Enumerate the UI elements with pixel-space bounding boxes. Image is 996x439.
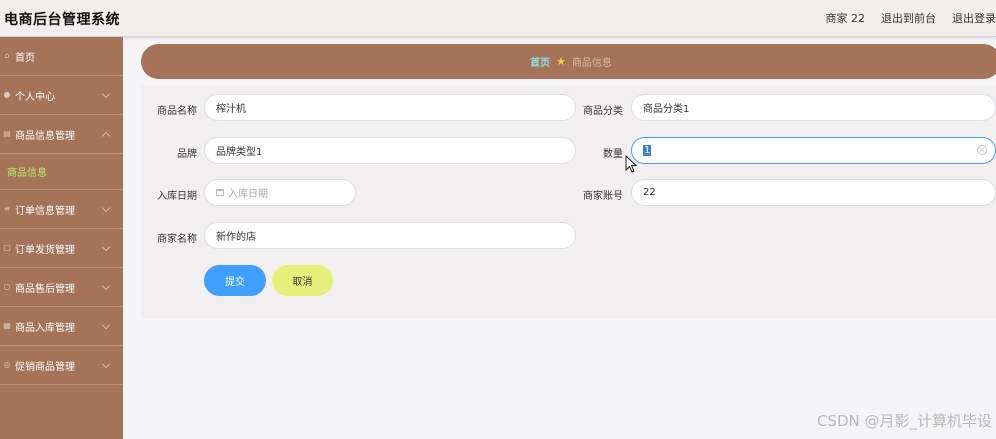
mouse-cursor-icon	[625, 155, 638, 173]
clear-icon[interactable]: ×	[977, 145, 987, 155]
sidebar-item-label: 订单信息管理	[15, 205, 75, 217]
brand-label: 品牌	[177, 149, 197, 160]
sidebar-item-shipping-management[interactable]: □ 订单发货管理	[0, 229, 123, 268]
date-picker-input[interactable]: 入库日期	[204, 179, 356, 206]
category-input[interactable]: 商品分类1	[631, 94, 996, 121]
product-name-input[interactable]: 榨汁机	[204, 94, 576, 121]
merchant-name-input[interactable]: 新作的店	[204, 222, 576, 249]
user-icon: ●	[3, 90, 11, 99]
breadcrumb-current: 商品信息	[571, 58, 612, 69]
sidebar-item-warehouse-management[interactable]: ▦ 商品入库管理	[0, 307, 123, 346]
shipping-icon: □	[3, 243, 11, 252]
sidebar-item-order-management[interactable]: ≡ 订单信息管理	[0, 190, 123, 229]
quantity-label: 数量	[603, 149, 623, 160]
submit-button[interactable]: 提交	[204, 265, 266, 296]
sidebar-item-promo-management[interactable]: ◎ 促销商品管理	[0, 346, 123, 385]
merchant-name-label: 商家名称	[157, 234, 197, 245]
sidebar-subitem-goods-info[interactable]: 商品信息	[0, 154, 123, 190]
app-title: 电商后台管理系统	[4, 12, 120, 28]
aftersale-icon: ○	[3, 282, 11, 291]
calendar-icon	[216, 189, 224, 196]
chevron-down-icon	[101, 242, 111, 252]
chevron-down-icon	[101, 320, 111, 330]
promo-icon: ◎	[3, 360, 11, 369]
sidebar-item-label: 个人中心	[15, 91, 55, 103]
sidebar-item-label: 商品入库管理	[15, 322, 75, 334]
sidebar: ⌂ 首页 ● 个人中心 ▤ 商品信息管理 商品信息 ≡ 订单信息管理 □ 订单发…	[0, 37, 123, 439]
breadcrumb: 首页 ★ 商品信息	[141, 44, 996, 79]
quantity-value: 1	[643, 145, 652, 156]
quantity-input[interactable]: 1 ×	[631, 137, 996, 164]
sidebar-item-label: 商品信息管理	[15, 130, 75, 142]
watermark: CSDN @月影_计算机毕设	[816, 412, 992, 430]
top-header: 电商后台管理系统 商家 22 退出到前台 退出登录	[0, 0, 996, 37]
current-user: 商家 22	[825, 12, 866, 25]
warehouse-icon: ▦	[3, 321, 11, 330]
cancel-button[interactable]: 取消	[272, 265, 333, 296]
merchant-account-label: 商家账号	[583, 191, 623, 202]
sidebar-item-label: 首页	[15, 52, 35, 64]
chevron-down-icon	[101, 359, 111, 369]
home-icon: ⌂	[4, 51, 10, 60]
sidebar-item-aftersale-management[interactable]: ○ 商品售后管理	[0, 268, 123, 307]
chevron-down-icon	[101, 203, 111, 213]
exit-to-front-link[interactable]: 退出到前台	[881, 10, 936, 26]
sidebar-item-label: 订单发货管理	[15, 244, 75, 256]
logout-link[interactable]: 退出登录	[952, 10, 996, 26]
category-label: 商品分类	[583, 106, 623, 117]
chevron-up-icon	[101, 131, 111, 141]
sidebar-item-home[interactable]: ⌂ 首页	[0, 37, 123, 76]
goods-icon: ▤	[3, 129, 11, 138]
breadcrumb-home[interactable]: 首页	[530, 54, 550, 69]
date-placeholder: 入库日期	[228, 189, 268, 200]
sidebar-item-label: 促销商品管理	[15, 361, 75, 373]
brand-input[interactable]: 品牌类型1	[204, 137, 576, 164]
merchant-account-input[interactable]: 22	[631, 179, 996, 206]
sidebar-item-goods-management[interactable]: ▤ 商品信息管理	[0, 115, 123, 154]
sidebar-item-personal-center[interactable]: ● 个人中心	[0, 76, 123, 115]
product-name-label: 商品名称	[157, 106, 197, 117]
star-icon: ★	[556, 55, 566, 68]
date-label: 入库日期	[157, 191, 197, 202]
header-actions: 商家 22 退出到前台 退出登录	[826, 10, 996, 26]
sidebar-item-label: 商品售后管理	[15, 283, 75, 295]
sidebar-subitem-label: 商品信息	[7, 168, 47, 179]
chevron-down-icon	[101, 89, 111, 99]
chevron-down-icon	[101, 281, 111, 291]
order-icon: ≡	[3, 204, 11, 213]
